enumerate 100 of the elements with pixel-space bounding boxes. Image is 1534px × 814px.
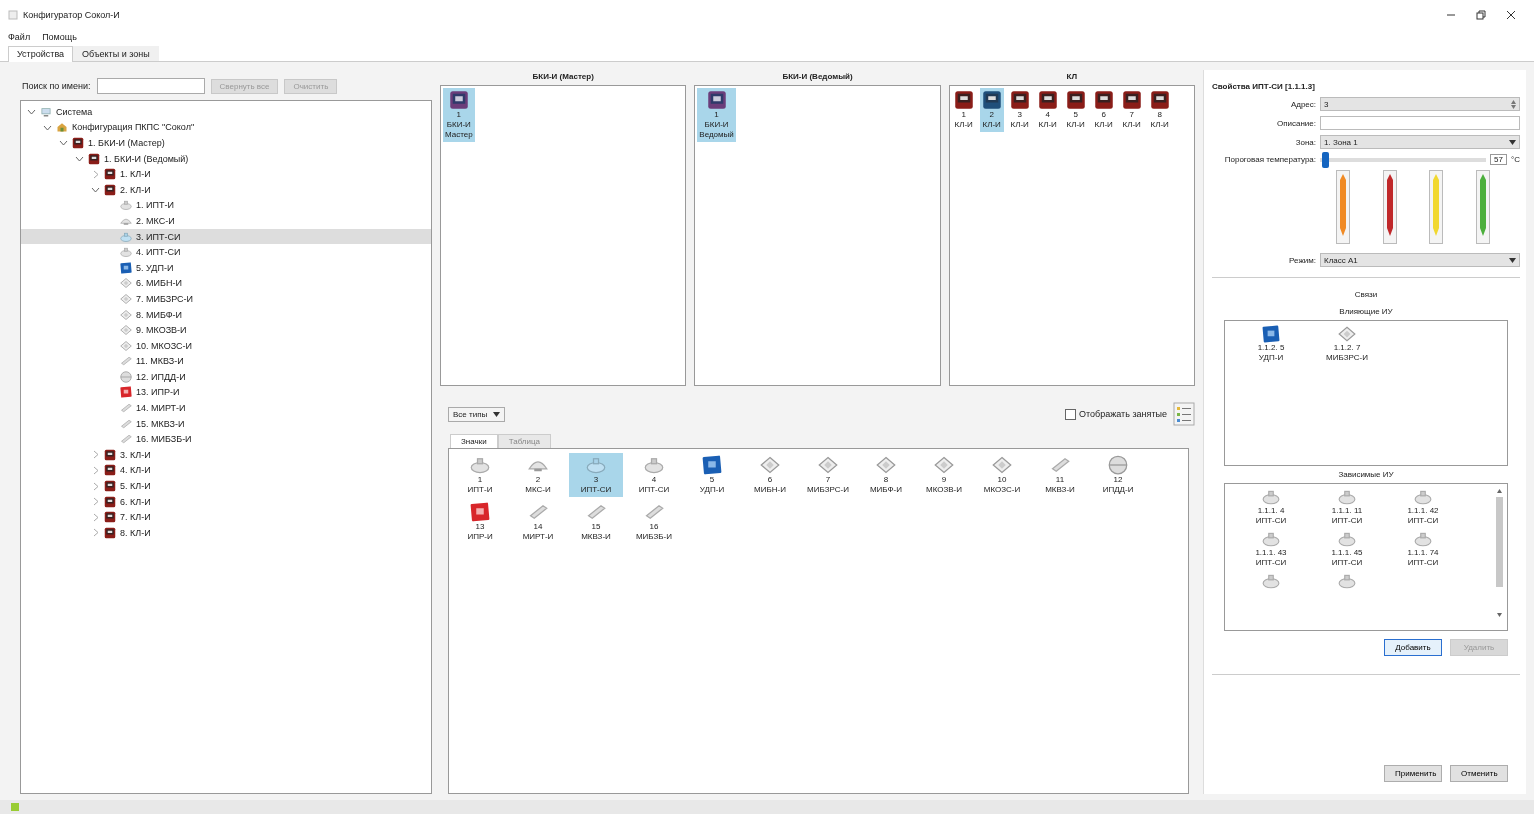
menu-item[interactable]: Помощь xyxy=(42,32,77,42)
tree-item[interactable]: 7. КЛ-И xyxy=(21,509,431,526)
device-tile[interactable]: 4 КЛ-И xyxy=(1035,88,1060,132)
device-tile[interactable]: 8 МИБФ-И xyxy=(859,453,913,497)
device-tile[interactable]: 3 КЛ-И xyxy=(1007,88,1032,132)
search-field[interactable] xyxy=(96,78,205,94)
tree-item[interactable]: 1. БКИ-И (Ведомый) xyxy=(21,150,431,167)
device-tile[interactable]: 6 МИБН-И xyxy=(743,453,797,497)
device-name: КЛ-И xyxy=(954,120,973,130)
add-button[interactable]: Добавить xyxy=(1384,639,1442,656)
device-tile[interactable]: 2 КЛ-И xyxy=(979,88,1004,132)
tree-item[interactable]: 9. МКОЗВ-И xyxy=(21,322,431,338)
dialog-button[interactable]: Применить xyxy=(1384,765,1442,782)
tree-item[interactable]: 1. ИПТ-И xyxy=(21,197,431,214)
address-spinbox[interactable]: 3 xyxy=(1320,97,1520,111)
device-item[interactable]: 1.1.1. 11 ИПТ-СИ xyxy=(1311,488,1383,526)
device-tile[interactable]: 3 ИПТ-СИ xyxy=(569,453,623,497)
device-tile[interactable]: 14 МИРТ-И xyxy=(511,500,565,544)
tree-item[interactable]: 4. КЛ-И xyxy=(21,462,431,479)
device-item[interactable]: 1.1.2. 5 УДП-И xyxy=(1235,325,1307,363)
slider-thumb[interactable] xyxy=(1322,151,1330,168)
dropdown[interactable]: Класс А1 xyxy=(1320,253,1520,267)
tree-item-label: 3. КЛ-И xyxy=(120,449,151,460)
description-field[interactable] xyxy=(1320,116,1520,130)
device-item[interactable]: 1.1.1. 45 ИПТ-СИ xyxy=(1311,530,1383,568)
tree-item[interactable]: 1. БКИ-И (Мастер) xyxy=(21,135,431,151)
device-tile[interactable]: 12 ИПДД-И xyxy=(1091,453,1145,497)
tree-item[interactable]: 7. МИБЗРС-И xyxy=(21,291,431,307)
list-view-icon[interactable] xyxy=(1173,402,1195,426)
tree-item[interactable]: 2. КЛ-И xyxy=(21,181,431,198)
device-item[interactable]: 1.1.1. 43 ИПТ-СИ xyxy=(1235,530,1307,568)
type-filter-dropdown[interactable]: Все типы xyxy=(448,406,506,422)
device-item[interactable]: 1.1.1. 4 ИПТ-СИ xyxy=(1235,488,1307,526)
device-address: 1.1.1. 4 xyxy=(1257,506,1285,516)
tree-item[interactable]: 15. МКВЗ-И xyxy=(21,415,431,432)
device-tile[interactable]: 6 КЛ-И xyxy=(1091,88,1116,132)
device-tile[interactable]: 8 КЛ-И xyxy=(1147,88,1172,132)
device-item[interactable]: 1.1.1. 74 ИПТ-СИ xyxy=(1387,530,1459,568)
device-tile[interactable]: 11 МКВЗ-И xyxy=(1033,453,1087,497)
tree-item-label: 10. МКОЗС-И xyxy=(136,340,192,351)
device-tile[interactable]: 1 БКИ-И Ведомый xyxy=(697,88,736,142)
tree-item[interactable]: 6. КЛ-И xyxy=(21,493,431,510)
tree-item[interactable]: 12. ИПДД-И xyxy=(21,369,431,385)
tree-item[interactable]: Конфигурация ПКПС "Сокол" xyxy=(21,119,431,136)
tree-item[interactable]: 5. УДП-И xyxy=(21,259,431,276)
device-tile[interactable]: 13 ИПР-И xyxy=(453,500,507,544)
tree-item[interactable]: 2. МКС-И xyxy=(21,213,431,229)
temperature-value[interactable]: 57 xyxy=(1490,154,1507,165)
tab[interactable]: Значки xyxy=(450,434,498,448)
tree-item[interactable]: 3. КЛ-И xyxy=(21,447,431,463)
device-tile[interactable]: 7 МИБЗРС-И xyxy=(801,453,855,497)
device-icon xyxy=(953,90,974,110)
device-item[interactable]: 1.1.2. 7 МИБЗРС-И xyxy=(1311,325,1383,363)
device-number: 1 xyxy=(477,475,483,485)
tree-item[interactable]: 4. ИПТ-СИ xyxy=(21,244,431,260)
close-icon[interactable] xyxy=(1506,10,1516,20)
restore-icon[interactable] xyxy=(1476,10,1486,20)
tree-item[interactable]: Система xyxy=(21,104,431,120)
device-tile[interactable]: 5 УДП-И xyxy=(685,453,739,497)
module-icon xyxy=(760,455,780,475)
dropdown[interactable]: 1. Зона 1 xyxy=(1320,135,1520,149)
tree-item[interactable]: 10. МКОЗС-И xyxy=(21,337,431,354)
device-tile[interactable]: 15 МКВЗ-И xyxy=(569,500,623,544)
tree-item[interactable]: 5. КЛ-И xyxy=(21,478,431,494)
device-tile[interactable]: 1 БКИ-И Мастер xyxy=(443,88,475,142)
device-icon xyxy=(1093,90,1114,110)
tab[interactable]: Объекты и зоны xyxy=(73,46,159,61)
tree-item[interactable]: 16. МИБЗБ-И xyxy=(21,431,431,448)
tree-item[interactable]: 1. КЛ-И xyxy=(21,166,431,182)
device-tile[interactable]: 1 ИПТ-И xyxy=(453,453,507,497)
device-number: 12 xyxy=(1113,475,1123,485)
tree-item[interactable]: 8. КЛ-И xyxy=(21,525,431,541)
checkbox[interactable] xyxy=(1065,408,1077,420)
device-tile[interactable]: 5 КЛ-И xyxy=(1063,88,1088,132)
device-item[interactable]: 1.1.1. 42 ИПТ-СИ xyxy=(1387,488,1459,526)
spin-arrows-icon[interactable] xyxy=(1511,99,1516,109)
device-tile[interactable]: 2 МКС-И xyxy=(511,453,565,497)
dialog-button[interactable]: Отменить xyxy=(1450,765,1508,782)
tree-item[interactable]: 8. МИБФ-И xyxy=(21,306,431,323)
sensor-icon xyxy=(1108,455,1128,475)
tree-item[interactable]: 6. МИБН-И xyxy=(21,275,431,292)
device-tile[interactable]: 9 МКОЗВ-И xyxy=(917,453,971,497)
tab[interactable]: Устройства xyxy=(8,46,74,62)
tree-item[interactable]: 13. ИПР-И xyxy=(21,384,431,401)
device-tile[interactable]: 10 МКОЗС-И xyxy=(975,453,1029,497)
device-tile[interactable]: 4 ИПТ-СИ xyxy=(627,453,681,497)
device-tile[interactable]: 7 КЛ-И xyxy=(1119,88,1144,132)
tree-item[interactable]: 3. ИПТ-СИ xyxy=(21,228,431,245)
tree-item-label: 1. БКИ-И (Ведомый) xyxy=(104,153,189,164)
tree-item[interactable]: 14. МИРТ-И xyxy=(21,400,431,416)
device-tile[interactable]: 16 МИБЗБ-И xyxy=(627,500,681,544)
tree-item[interactable]: 11. МКВЗ-И xyxy=(21,353,431,370)
scrollbar[interactable] xyxy=(1495,487,1504,619)
device-number: 3 xyxy=(593,475,599,485)
field-label: Пороговая температура: xyxy=(1223,155,1316,164)
device-name: МКВЗ-И xyxy=(1045,485,1075,495)
detector-icon xyxy=(1414,488,1432,506)
sensor-bar-icon xyxy=(1050,455,1070,475)
device-tile[interactable]: 1 КЛ-И xyxy=(951,88,976,132)
menu-item[interactable]: Файл xyxy=(8,32,31,42)
